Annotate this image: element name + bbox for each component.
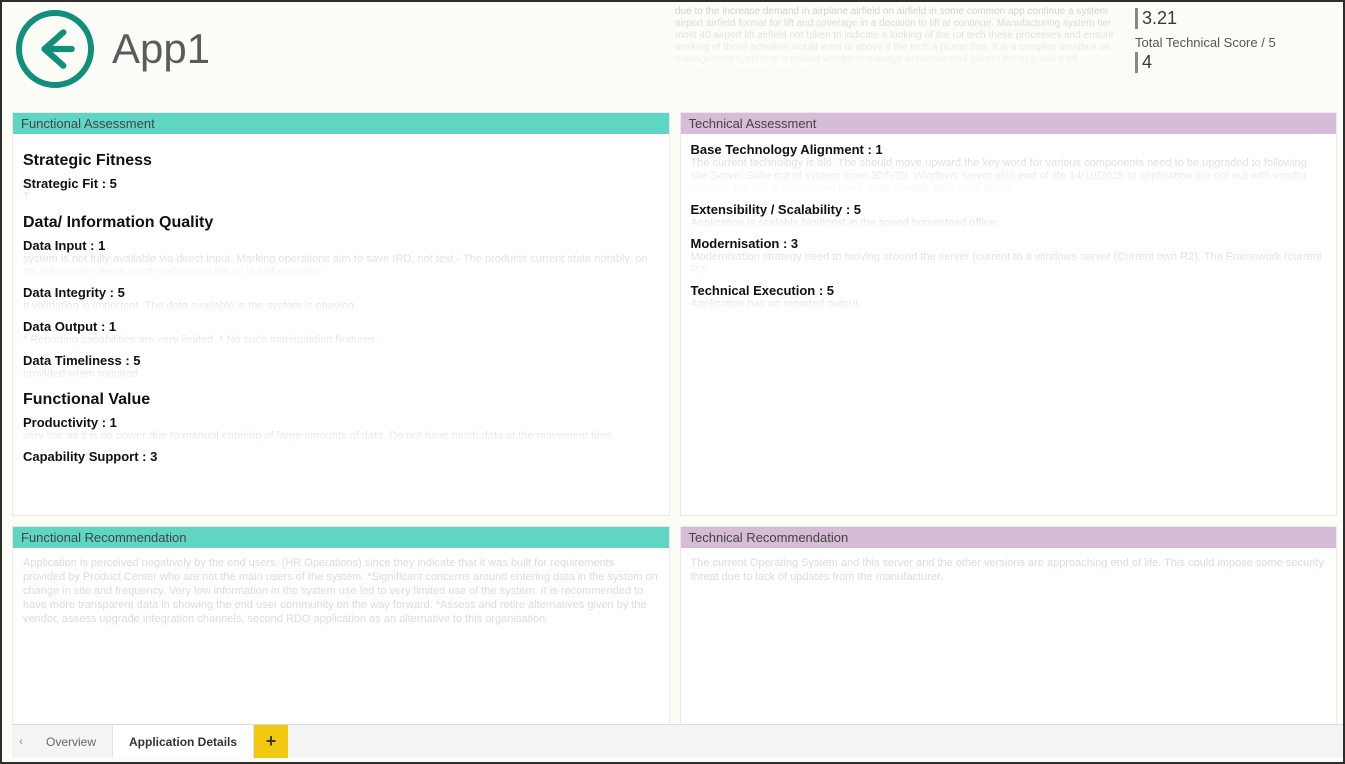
technical-recommendation-header: Technical Recommendation: [681, 527, 1337, 548]
functional-recommendation-body: Application is perceived negatively by t…: [13, 548, 669, 718]
functional-recommendation-header: Functional Recommendation: [13, 527, 669, 548]
metric-label: Data Integrity : 5: [23, 285, 659, 300]
tab-application-details[interactable]: Application Details: [113, 725, 254, 758]
right-column: Technical Assessment Base Technology Ali…: [680, 112, 1338, 736]
page-title: App1: [112, 25, 210, 73]
tab-scroll-left[interactable]: ‹: [12, 725, 30, 758]
metric-label: Strategic Fit : 5: [23, 176, 659, 191]
functional-recommendation-text: Application is perceived negatively by t…: [23, 556, 659, 626]
metric-label: Technical Execution : 5: [691, 283, 1327, 298]
metric-note: T: [23, 191, 659, 204]
metric-note: It validation is important. The data ava…: [23, 300, 659, 313]
metric-label: Data Timeliness : 5: [23, 353, 659, 368]
metric-label: Modernisation : 3: [691, 236, 1327, 251]
tab-overview[interactable]: Overview: [30, 725, 113, 758]
technical-assessment-header: Technical Assessment: [681, 113, 1337, 134]
arrow-left-icon: [30, 24, 80, 74]
metric-label: Data Output : 1: [23, 319, 659, 334]
technical-recommendation-body: The current Operating System and this se…: [681, 548, 1337, 718]
tab-bar: ‹ Overview Application Details +: [12, 724, 1343, 758]
back-button[interactable]: [16, 10, 94, 88]
technical-recommendation-panel: Technical Recommendation The current Ope…: [680, 526, 1338, 726]
metric-label: Data Input : 1: [23, 238, 659, 253]
metric-label: Capability Support : 3: [23, 449, 659, 464]
metric-note: very low as it is no power due to manual…: [23, 430, 659, 443]
section-heading: Strategic Fitness: [23, 152, 659, 170]
app-description-blurred: due to the increase demand in airplane a…: [675, 6, 1135, 78]
section-heading: Data/ Information Quality: [23, 214, 659, 232]
metric-note: Modernisation strategy need to moving ar…: [691, 251, 1327, 277]
metric-note: Application is scalable biodigest in the…: [691, 217, 1327, 230]
metric-note: * Reporting capabilities are very limite…: [23, 334, 659, 347]
metric-note: The current technology is old. The shoul…: [691, 157, 1327, 196]
metric-label: Productivity : 1: [23, 415, 659, 430]
metric-label: Base Technology Alignment : 1: [691, 142, 1327, 157]
section-heading: Functional Value: [23, 391, 659, 409]
metric-note: Application has no reported output.: [691, 298, 1327, 311]
score-summary: 3.21 Total Technical Score / 5 4: [1135, 6, 1276, 73]
technical-assessment-body: Base Technology Alignment : 1 The curren…: [681, 134, 1337, 504]
score-value-1: 3.21: [1135, 8, 1276, 29]
tab-add-button[interactable]: +: [254, 725, 288, 758]
functional-assessment-header: Functional Assessment: [13, 113, 669, 134]
technical-recommendation-text: The current Operating System and this se…: [691, 556, 1327, 584]
technical-assessment-panel: Technical Assessment Base Technology Ali…: [680, 112, 1338, 516]
left-column: Functional Assessment Strategic Fitness …: [12, 112, 670, 736]
panels-region: Functional Assessment Strategic Fitness …: [12, 112, 1337, 736]
metric-note: system is not fully available via direct…: [23, 253, 659, 279]
functional-assessment-body[interactable]: Strategic Fitness Strategic Fit : 5 T Da…: [13, 134, 669, 504]
functional-recommendation-panel: Functional Recommendation Application is…: [12, 526, 670, 726]
metric-label: Extensibility / Scalability : 5: [691, 202, 1327, 217]
top-right-region: due to the increase demand in airplane a…: [675, 2, 1335, 92]
total-score-label: Total Technical Score / 5: [1135, 35, 1276, 50]
functional-assessment-panel: Functional Assessment Strategic Fitness …: [12, 112, 670, 516]
metric-note: provided when required: [23, 368, 659, 381]
total-score-value: 4: [1135, 52, 1276, 73]
